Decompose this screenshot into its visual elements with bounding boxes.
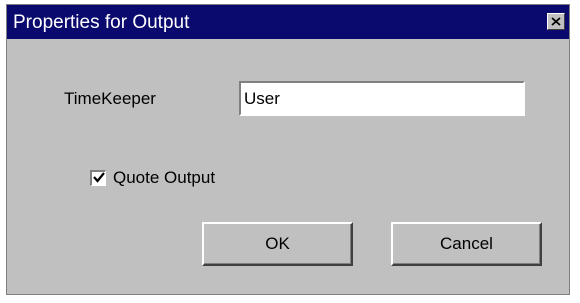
title-bar[interactable]: Properties for Output [7, 5, 569, 39]
cancel-button[interactable]: Cancel [391, 222, 542, 266]
checkmark-icon [92, 170, 105, 188]
timekeeper-input[interactable] [239, 81, 525, 116]
window-title: Properties for Output [13, 12, 190, 33]
properties-dialog: Properties for Output TimeKeeper Quote O… [6, 4, 570, 295]
quote-output-checkbox[interactable] [90, 170, 106, 186]
quote-output-label: Quote Output [113, 168, 216, 187]
quote-output-option[interactable]: Quote Output [90, 168, 215, 188]
ok-button[interactable]: OK [202, 222, 353, 266]
close-button[interactable] [547, 13, 565, 30]
close-icon [551, 13, 561, 31]
timekeeper-label: TimeKeeper [64, 89, 156, 108]
